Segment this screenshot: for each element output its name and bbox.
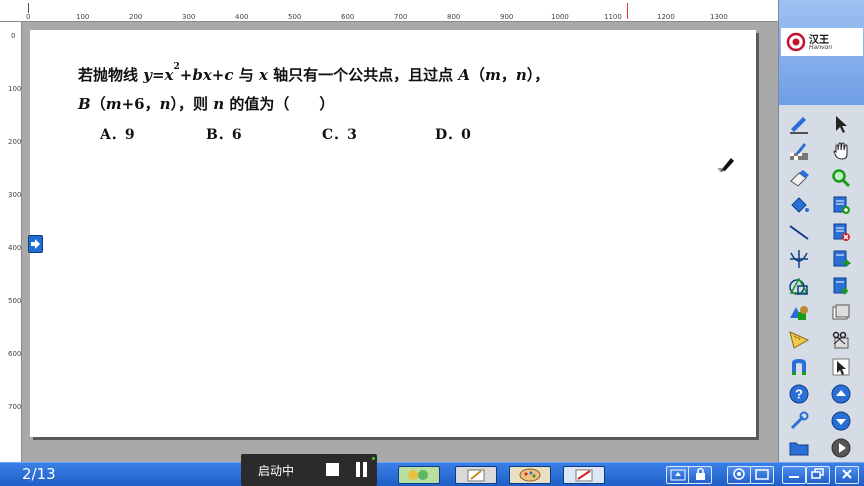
- page-indicator[interactable]: 2/13: [22, 465, 56, 483]
- logo-mark-icon: [786, 32, 806, 52]
- upload-button[interactable]: [666, 466, 690, 484]
- ruler-label: 100: [76, 13, 90, 21]
- ruler-label: 200: [129, 13, 143, 21]
- screen-copy-icon[interactable]: [827, 301, 855, 325]
- restore-button[interactable]: [806, 466, 830, 484]
- note-icon: [467, 469, 485, 482]
- brush-icon[interactable]: [785, 139, 813, 163]
- pen-icon[interactable]: [785, 112, 813, 136]
- minimize-button[interactable]: [782, 466, 806, 484]
- people-icon: [408, 470, 428, 480]
- taskbar-app-1[interactable]: [398, 466, 440, 484]
- ruler-label: 800: [447, 13, 461, 21]
- palette-icon: [519, 468, 541, 482]
- new-page-icon[interactable]: [827, 193, 855, 217]
- cursor-icon[interactable]: [827, 355, 855, 379]
- question-line-2: B（m+6，n），则 n 的值为（ ）: [78, 95, 335, 113]
- play-icon[interactable]: [827, 436, 855, 460]
- settings-icon[interactable]: [785, 409, 813, 433]
- scroll-down-icon[interactable]: [827, 409, 855, 433]
- ruler-label: 900: [500, 13, 514, 21]
- taskbar-app-3[interactable]: [509, 466, 551, 484]
- shapes-icon[interactable]: [785, 274, 813, 298]
- cut-icon[interactable]: [827, 328, 855, 352]
- whiteboard-canvas[interactable]: 若抛物线 y=x2+bx+c 与 x 轴只有一个公共点，且过点 A（m，n）， …: [30, 30, 756, 437]
- arrow-right-icon: [31, 239, 40, 249]
- ruler-label: 600: [8, 350, 22, 358]
- ruler-icon[interactable]: [785, 328, 813, 352]
- window-icon: [755, 469, 769, 480]
- ruler-label: 1100: [604, 13, 622, 21]
- close-button[interactable]: [835, 466, 859, 484]
- monitor-icon: [733, 468, 745, 480]
- recording-dot-icon: [372, 457, 375, 460]
- ruler-label: 0: [11, 32, 16, 40]
- option-d[interactable]: D．0: [435, 124, 471, 144]
- page-export-icon[interactable]: [827, 274, 855, 298]
- ruler-label: 700: [394, 13, 408, 21]
- ruler-label: 600: [341, 13, 355, 21]
- upload-icon: [670, 469, 686, 481]
- solids-icon[interactable]: [785, 301, 813, 325]
- lock-button[interactable]: [688, 466, 712, 484]
- taskbar-app-2[interactable]: [455, 466, 497, 484]
- compass-icon[interactable]: [785, 247, 813, 271]
- brand-logo: 汉王 Hanvon: [781, 28, 863, 56]
- delete-page-icon[interactable]: [827, 220, 855, 244]
- vertical-ruler: 0 100 200 300 400 500 600 700: [0, 22, 22, 462]
- horizontal-ruler: 0 100 200 300 400 500 600 700 800 900 10…: [0, 0, 778, 22]
- ruler-label: 100: [8, 85, 22, 93]
- ruler-label: 1300: [710, 13, 728, 21]
- option-c[interactable]: C．3: [322, 124, 357, 144]
- option-a[interactable]: A．9: [100, 124, 135, 144]
- ruler-label: 200: [8, 138, 22, 146]
- pause-icon[interactable]: [355, 462, 369, 477]
- ruler-label: 500: [288, 13, 302, 21]
- recorder-overlay: 启动中: [241, 454, 377, 486]
- logo-subtitle: Hanvon: [809, 44, 833, 51]
- minimize-icon: [789, 476, 799, 478]
- fill-bucket-icon[interactable]: [785, 193, 813, 217]
- help-icon[interactable]: ?: [785, 382, 813, 406]
- ruler-label: 300: [8, 191, 22, 199]
- expand-panel-button[interactable]: [28, 235, 43, 253]
- line-icon[interactable]: [785, 220, 813, 244]
- ruler-label: 400: [235, 13, 249, 21]
- question-line-1: 若抛物线 y=x2+bx+c 与 x 轴只有一个公共点，且过点 A（m，n），: [78, 62, 550, 84]
- svg-text:?: ?: [795, 387, 803, 402]
- stop-icon[interactable]: [326, 463, 339, 476]
- folder-icon[interactable]: [785, 436, 813, 460]
- ruler-label: 0: [26, 13, 31, 21]
- option-b[interactable]: B．6: [206, 124, 242, 144]
- close-icon: [842, 469, 852, 479]
- ruler-cursor-marker: [627, 3, 628, 19]
- ruler-label: 700: [8, 403, 22, 411]
- hand-icon[interactable]: [827, 139, 855, 163]
- lock-icon: [696, 467, 705, 480]
- logo-area: 汉王 Hanvon: [779, 0, 864, 105]
- restore-icon: [811, 468, 824, 479]
- ruler-label: 300: [182, 13, 196, 21]
- tool-panel: 汉王 Hanvon ?: [778, 0, 864, 462]
- zoom-icon[interactable]: [827, 166, 855, 190]
- window-button[interactable]: [750, 466, 774, 484]
- display-button[interactable]: [727, 466, 751, 484]
- status-bar: 2/13: [0, 462, 864, 486]
- select-arrow-icon[interactable]: [827, 112, 855, 136]
- ruler-label: 500: [8, 297, 22, 305]
- recorder-status: 启动中: [258, 464, 295, 478]
- ruler-label: 400: [8, 244, 22, 252]
- ruler-label: 1000: [551, 13, 569, 21]
- draw-board-icon: [575, 469, 593, 482]
- pen-cursor-icon: [718, 158, 734, 172]
- next-page-icon[interactable]: [827, 247, 855, 271]
- taskbar-app-4[interactable]: [563, 466, 605, 484]
- scroll-up-icon[interactable]: [827, 382, 855, 406]
- magnet-icon[interactable]: [785, 355, 813, 379]
- eraser-icon[interactable]: [785, 166, 813, 190]
- ruler-label: 1200: [657, 13, 675, 21]
